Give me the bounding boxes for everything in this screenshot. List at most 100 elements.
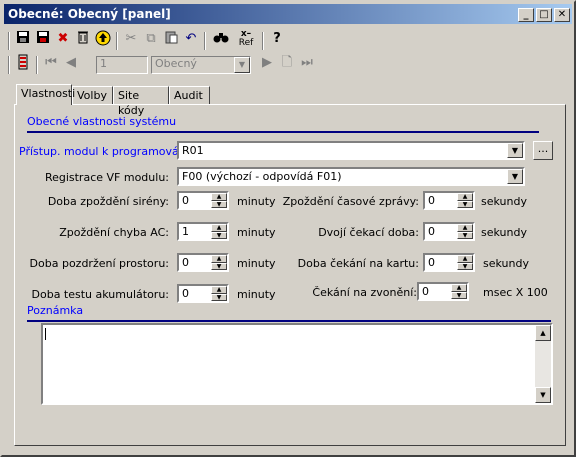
save-icon[interactable] bbox=[14, 30, 32, 48]
ring-value: 0 bbox=[422, 285, 429, 298]
spin-up-icon[interactable]: ▲ bbox=[451, 284, 467, 292]
spin-buttons[interactable]: ▲ ▼ bbox=[457, 193, 473, 208]
siren-spinner[interactable]: 0 ▲ ▼ bbox=[177, 191, 229, 210]
battery-spinner[interactable]: 0 ▲ ▼ bbox=[177, 284, 229, 303]
spin-up-icon[interactable]: ▲ bbox=[457, 255, 473, 263]
siren-label: Doba zpoždění sirény: bbox=[47, 195, 169, 208]
xref-label: Ref bbox=[238, 38, 254, 48]
previous-record-icon[interactable]: ◀ bbox=[62, 54, 80, 72]
siren-unit: minuty bbox=[237, 195, 276, 208]
tab-site-kody[interactable]: Site kódy bbox=[113, 86, 169, 117]
spin-down-icon[interactable]: ▼ bbox=[211, 231, 227, 239]
spin-down-icon[interactable]: ▼ bbox=[457, 262, 473, 270]
toolbar-separator bbox=[204, 32, 206, 50]
siren-value: 0 bbox=[182, 194, 189, 207]
rf-label: Registrace VF modulu: bbox=[44, 171, 169, 184]
last-record-icon[interactable]: ⏭ bbox=[298, 54, 316, 72]
spin-down-icon[interactable]: ▼ bbox=[451, 291, 467, 299]
spin-up-icon[interactable]: ▲ bbox=[211, 193, 227, 201]
spin-buttons[interactable]: ▲ ▼ bbox=[211, 193, 227, 208]
main-toolbar: ✖ ✂ ⧉ ↶ x– Ref ? bbox=[8, 30, 338, 52]
double-unit: sekundy bbox=[481, 226, 527, 239]
module-browse-button[interactable]: ... bbox=[533, 141, 553, 160]
spin-up-icon[interactable]: ▲ bbox=[211, 286, 227, 294]
toolbar-separator bbox=[8, 56, 10, 74]
ring-spinner[interactable]: 0 ▲ ▼ bbox=[417, 282, 469, 301]
tab-audit[interactable]: Audit bbox=[169, 86, 210, 104]
spin-down-icon[interactable]: ▼ bbox=[457, 200, 473, 208]
card-spinner[interactable]: 0 ▲ ▼ bbox=[423, 253, 475, 272]
spin-down-icon[interactable]: ▼ bbox=[457, 231, 473, 239]
spin-up-icon[interactable]: ▲ bbox=[211, 255, 227, 263]
chevron-down-icon[interactable]: ▼ bbox=[507, 143, 523, 158]
module-select[interactable]: R01 ▼ bbox=[177, 141, 525, 160]
toolbar-separator bbox=[8, 32, 10, 50]
note-title: Poznámka bbox=[27, 304, 84, 317]
chevron-down-icon[interactable]: ▼ bbox=[507, 169, 523, 184]
scroll-down-icon[interactable]: ▼ bbox=[535, 387, 551, 403]
cut-icon[interactable]: ✂ bbox=[122, 30, 140, 48]
toolbar-separator bbox=[262, 32, 264, 50]
new-record-icon[interactable]: 🗋 bbox=[278, 54, 296, 72]
note-scrollbar[interactable]: ▲ ▼ bbox=[535, 325, 551, 403]
panel-window: Obecné: Obecný [panel] _ □ ✕ ✖ ✂ ⧉ ↶ x– … bbox=[0, 0, 576, 457]
card-label: Doba čekání na kartu: bbox=[297, 257, 419, 270]
window-title: Obecné: Obecný [panel] bbox=[8, 7, 171, 21]
copy-icon[interactable]: ⧉ bbox=[142, 30, 160, 48]
tab-vlastnosti[interactable]: Vlastnosti bbox=[16, 84, 75, 105]
toolbar-separator bbox=[36, 56, 38, 74]
spin-buttons[interactable]: ▲ ▼ bbox=[451, 284, 467, 299]
msg-spinner[interactable]: 0 ▲ ▼ bbox=[423, 191, 475, 210]
tab-volby[interactable]: Volby bbox=[72, 86, 113, 104]
ac-unit: minuty bbox=[237, 226, 276, 239]
ac-value: 1 bbox=[182, 225, 189, 238]
delete-icon[interactable]: ✖ bbox=[54, 30, 72, 48]
record-type-select[interactable]: Obecný ▼ bbox=[151, 56, 251, 74]
record-number-field[interactable]: 1 bbox=[96, 56, 148, 74]
scroll-up-icon[interactable]: ▲ bbox=[535, 325, 551, 341]
help-icon[interactable]: ? bbox=[268, 30, 286, 48]
spin-up-icon[interactable]: ▲ bbox=[211, 224, 227, 232]
title-bar[interactable]: Obecné: Obecný [panel] _ □ ✕ bbox=[4, 4, 572, 24]
next-record-icon[interactable]: ▶ bbox=[258, 54, 276, 72]
rf-select[interactable]: F00 (výchozí - odpovídá F01) ▼ bbox=[177, 167, 525, 186]
spin-down-icon[interactable]: ▼ bbox=[211, 293, 227, 301]
first-record-icon[interactable]: ⏮ bbox=[42, 54, 60, 72]
minimize-button[interactable]: _ bbox=[518, 8, 534, 22]
space-value: 0 bbox=[182, 256, 189, 269]
ring-label: Čekání na zvonění: bbox=[312, 286, 417, 299]
ac-spinner[interactable]: 1 ▲ ▼ bbox=[177, 222, 229, 241]
spin-buttons[interactable]: ▲ ▼ bbox=[457, 224, 473, 239]
spin-up-icon[interactable]: ▲ bbox=[457, 193, 473, 201]
trash-icon[interactable] bbox=[74, 30, 92, 48]
space-spinner[interactable]: 0 ▲ ▼ bbox=[177, 253, 229, 272]
find-icon[interactable] bbox=[212, 30, 230, 48]
spin-up-icon[interactable]: ▲ bbox=[457, 224, 473, 232]
text-caret bbox=[45, 328, 46, 340]
spin-down-icon[interactable]: ▼ bbox=[211, 262, 227, 270]
note-textarea[interactable]: ▲ ▼ bbox=[41, 323, 553, 405]
undo-icon[interactable]: ↶ bbox=[182, 30, 200, 48]
space-unit: minuty bbox=[237, 257, 276, 270]
xref-icon[interactable]: x– Ref bbox=[234, 30, 258, 48]
spin-buttons[interactable]: ▲ ▼ bbox=[211, 255, 227, 270]
ac-label: Zpoždění chyba AC: bbox=[59, 226, 169, 239]
properties-panel: Obecné vlastnosti systému Přístup. modul… bbox=[14, 104, 566, 446]
close-button[interactable]: ✕ bbox=[554, 8, 570, 22]
up-icon[interactable] bbox=[94, 30, 112, 48]
save-as-icon[interactable] bbox=[34, 30, 52, 48]
section-divider bbox=[27, 131, 539, 133]
spin-buttons[interactable]: ▲ ▼ bbox=[211, 224, 227, 239]
module-label: Přístup. modul k programování: bbox=[19, 145, 193, 158]
paste-icon[interactable] bbox=[162, 30, 180, 48]
spin-down-icon[interactable]: ▼ bbox=[211, 200, 227, 208]
double-spinner[interactable]: 0 ▲ ▼ bbox=[423, 222, 475, 241]
spin-buttons[interactable]: ▲ ▼ bbox=[457, 255, 473, 270]
module-value: R01 bbox=[182, 144, 204, 157]
record-list-icon[interactable] bbox=[14, 54, 32, 72]
maximize-button[interactable]: □ bbox=[536, 8, 552, 22]
toolbar-separator bbox=[116, 32, 118, 50]
spin-buttons[interactable]: ▲ ▼ bbox=[211, 286, 227, 301]
space-label: Doba pozdržení prostoru: bbox=[29, 257, 169, 270]
chevron-down-icon[interactable]: ▼ bbox=[234, 57, 250, 73]
